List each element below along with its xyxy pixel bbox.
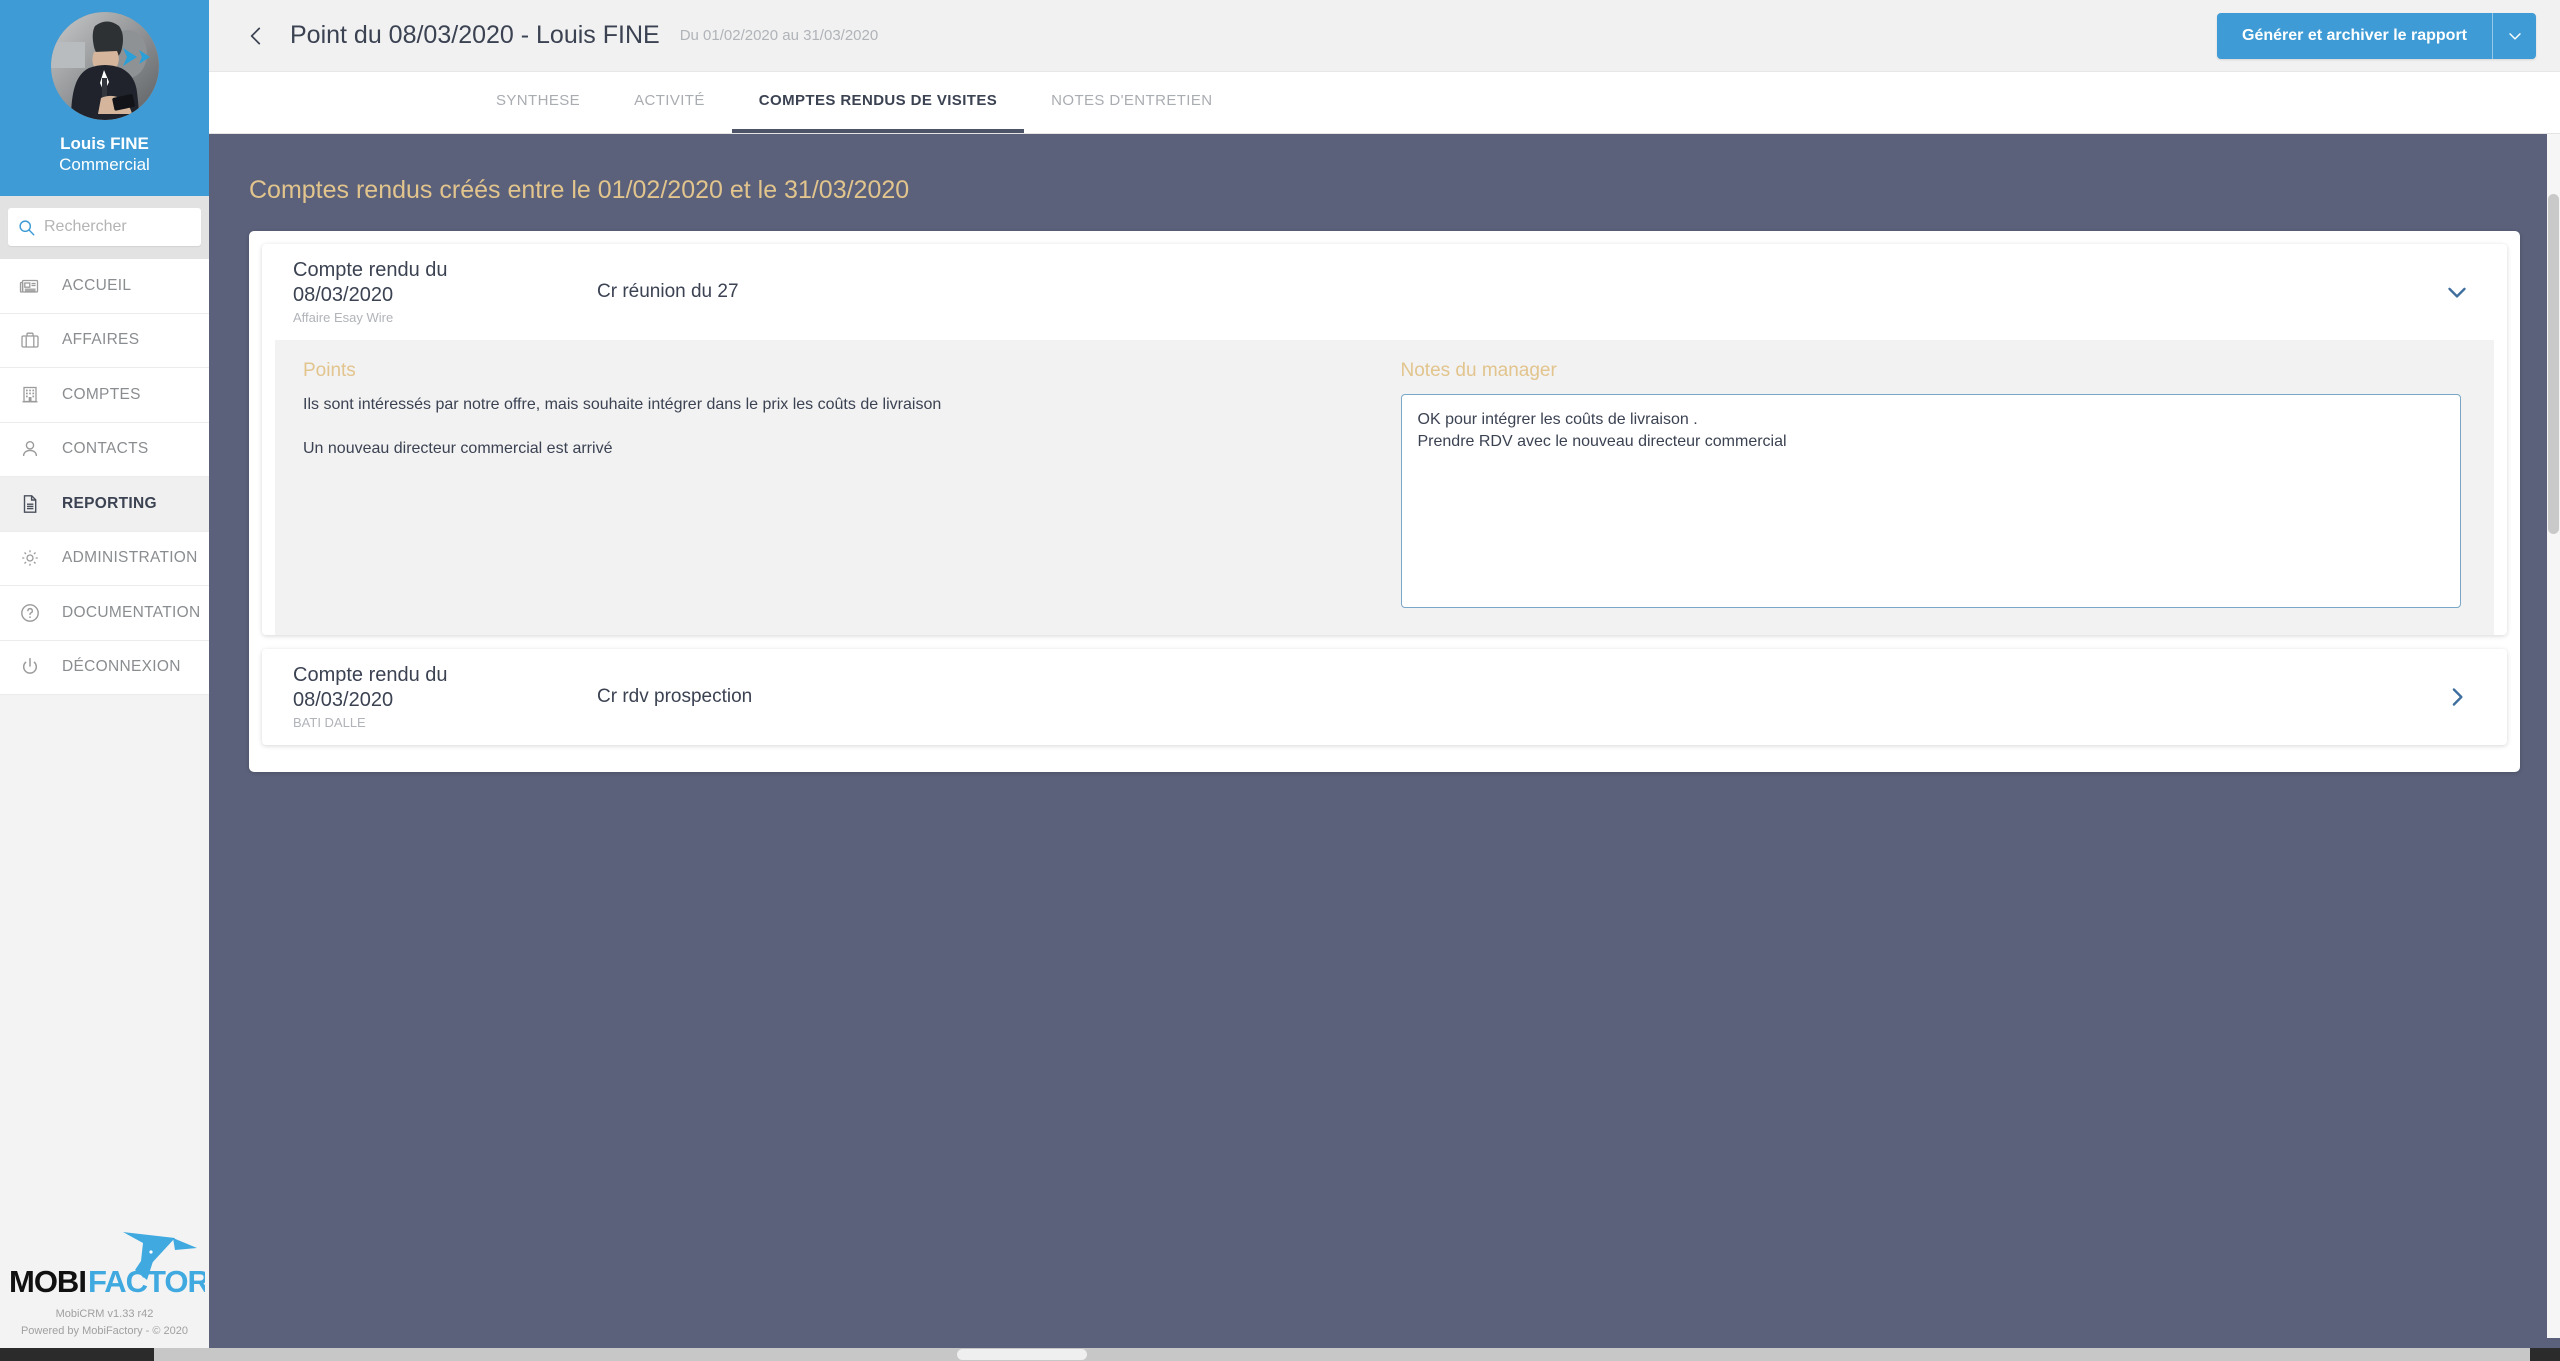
- horizontal-scrollbar-thumb[interactable]: [957, 1349, 1087, 1360]
- sidebar-item-label: COMPTES: [62, 386, 141, 404]
- tab-activite[interactable]: ACTIVITÉ: [607, 72, 732, 133]
- power-icon: [18, 655, 48, 679]
- page-date-range: Du 01/02/2020 au 31/03/2020: [680, 27, 879, 44]
- sidebar-item-deconnexion[interactable]: DÉCONNEXION: [0, 641, 209, 696]
- sidebar-item-contacts[interactable]: CONTACTS: [0, 423, 209, 478]
- profile-name: Louis FINE: [60, 133, 149, 154]
- gear-icon: [18, 546, 48, 570]
- main-area: Point du 08/03/2020 - Louis FINE Du 01/0…: [209, 0, 2560, 1348]
- manager-notes-column: Notes du manager: [1385, 360, 2495, 613]
- app-version: MobiCRM v1.33 r42: [0, 1308, 209, 1321]
- sidebar-item-comptes[interactable]: COMPTES: [0, 368, 209, 423]
- report-subtitle: BATI DALLE: [293, 714, 548, 732]
- tab-notes-d-entretien[interactable]: NOTES D'ENTRETIEN: [1024, 72, 1239, 133]
- sidebar-item-label: CONTACTS: [62, 440, 149, 458]
- sidebar-item-label: REPORTING: [62, 495, 157, 513]
- topbar: Point du 08/03/2020 - Louis FINE Du 01/0…: [209, 0, 2560, 72]
- app-root: Louis FINE Commercial: [0, 0, 2560, 1361]
- user-photo-icon: [51, 12, 159, 120]
- page-title: Point du 08/03/2020 - Louis FINE: [290, 21, 660, 50]
- report-subtitle: Affaire Esay Wire: [293, 309, 548, 327]
- sidebar-item-documentation[interactable]: DOCUMENTATION: [0, 586, 209, 641]
- report-collapse-toggle[interactable]: [2437, 272, 2477, 312]
- report-expand-toggle[interactable]: [2437, 677, 2477, 717]
- sidebar-item-label: ADMINISTRATION: [62, 549, 198, 567]
- sidebar-nav: ACCUEIL AFFAIRES: [0, 259, 209, 695]
- scrollbar-right-cap: [2530, 1348, 2560, 1361]
- point-item: Ils sont intéressés par notre offre, mai…: [303, 394, 1355, 416]
- manager-notes-label: Notes du manager: [1401, 360, 2462, 382]
- report-subject: Cr réunion du 27: [597, 281, 739, 303]
- chevron-left-icon: [243, 23, 269, 49]
- search-input[interactable]: [44, 218, 251, 236]
- brand-block: MOBI FACTORY MobiCRM v1.33 r42 Powered b…: [0, 1226, 209, 1348]
- profile-role: Commercial: [59, 154, 150, 176]
- report-subject: Cr rdv prospection: [597, 686, 752, 708]
- sidebar-item-affaires[interactable]: AFFAIRES: [0, 314, 209, 369]
- mobifactory-logo-icon: MOBI FACTORY: [5, 1226, 205, 1304]
- reports-panel: Compte rendu du 08/03/2020 Affaire Esay …: [249, 231, 2520, 772]
- sidebar: Louis FINE Commercial: [0, 0, 209, 1348]
- sidebar-item-administration[interactable]: ADMINISTRATION: [0, 532, 209, 587]
- sidebar-item-label: DÉCONNEXION: [62, 658, 181, 676]
- report-card-header[interactable]: Compte rendu du 08/03/2020 BATI DALLE Cr…: [262, 649, 2507, 745]
- question-circle-icon: [18, 601, 48, 625]
- building-icon: [18, 383, 48, 407]
- sidebar-item-label: DOCUMENTATION: [62, 604, 201, 622]
- tabbar: SYNTHESE ACTIVITÉ COMPTES RENDUS DE VISI…: [209, 72, 2560, 134]
- report-title: Compte rendu du 08/03/2020: [293, 663, 548, 713]
- report-card-expanded: Compte rendu du 08/03/2020 Affaire Esay …: [262, 244, 2507, 635]
- vertical-scrollbar[interactable]: [2547, 134, 2560, 1338]
- app-copyright: Powered by MobiFactory - © 2020: [0, 1325, 209, 1338]
- sidebar-profile: Louis FINE Commercial: [0, 0, 209, 196]
- scrollbar-left-cap: [0, 1348, 154, 1361]
- horizontal-scrollbar[interactable]: [0, 1348, 2560, 1361]
- sidebar-item-label: ACCUEIL: [62, 277, 131, 295]
- person-icon: [18, 437, 48, 461]
- avatar: [51, 12, 159, 120]
- report-card-collapsed: Compte rendu du 08/03/2020 BATI DALLE Cr…: [262, 649, 2507, 745]
- vertical-scrollbar-thumb[interactable]: [2548, 194, 2559, 534]
- content-heading: Comptes rendus créés entre le 01/02/2020…: [249, 176, 2530, 205]
- content-area: Comptes rendus créés entre le 01/02/2020…: [209, 134, 2560, 1348]
- svg-text:FACTORY: FACTORY: [88, 1264, 205, 1299]
- chevron-down-icon: [2442, 277, 2472, 307]
- tab-synthese[interactable]: SYNTHESE: [469, 72, 607, 133]
- generate-report-dropdown-button[interactable]: [2492, 13, 2536, 59]
- sidebar-item-reporting[interactable]: REPORTING: [0, 477, 209, 532]
- report-title-block: Compte rendu du 08/03/2020 BATI DALLE: [293, 663, 548, 732]
- search-container: [0, 196, 209, 259]
- sidebar-spacer: [0, 695, 209, 1226]
- report-title: Compte rendu du 08/03/2020: [293, 258, 548, 308]
- search-box[interactable]: [8, 208, 201, 246]
- generate-report-button[interactable]: Générer et archiver le rapport: [2217, 13, 2492, 59]
- newspaper-icon: [18, 274, 48, 298]
- back-button[interactable]: [239, 19, 273, 53]
- report-title-block: Compte rendu du 08/03/2020 Affaire Esay …: [293, 258, 548, 327]
- tab-comptes-rendus-de-visites[interactable]: COMPTES RENDUS DE VISITES: [732, 72, 1024, 133]
- points-label: Points: [303, 360, 1355, 382]
- generate-report-button-group: Générer et archiver le rapport: [2217, 13, 2536, 59]
- search-icon: [18, 219, 35, 236]
- sidebar-item-label: AFFAIRES: [62, 331, 139, 349]
- points-column: Points Ils sont intéressés par notre off…: [275, 360, 1385, 613]
- chevron-down-icon: [2505, 26, 2525, 46]
- chevron-right-icon: [2442, 682, 2472, 712]
- point-item: Un nouveau directeur commercial est arri…: [303, 438, 1355, 460]
- briefcase-icon: [18, 328, 48, 352]
- manager-notes-textarea[interactable]: [1401, 394, 2462, 608]
- sidebar-item-accueil[interactable]: ACCUEIL: [0, 259, 209, 314]
- report-card-header[interactable]: Compte rendu du 08/03/2020 Affaire Esay …: [262, 244, 2507, 340]
- svg-text:MOBI: MOBI: [9, 1264, 86, 1299]
- report-card-body: Points Ils sont intéressés par notre off…: [275, 340, 2494, 635]
- document-icon: [18, 492, 48, 516]
